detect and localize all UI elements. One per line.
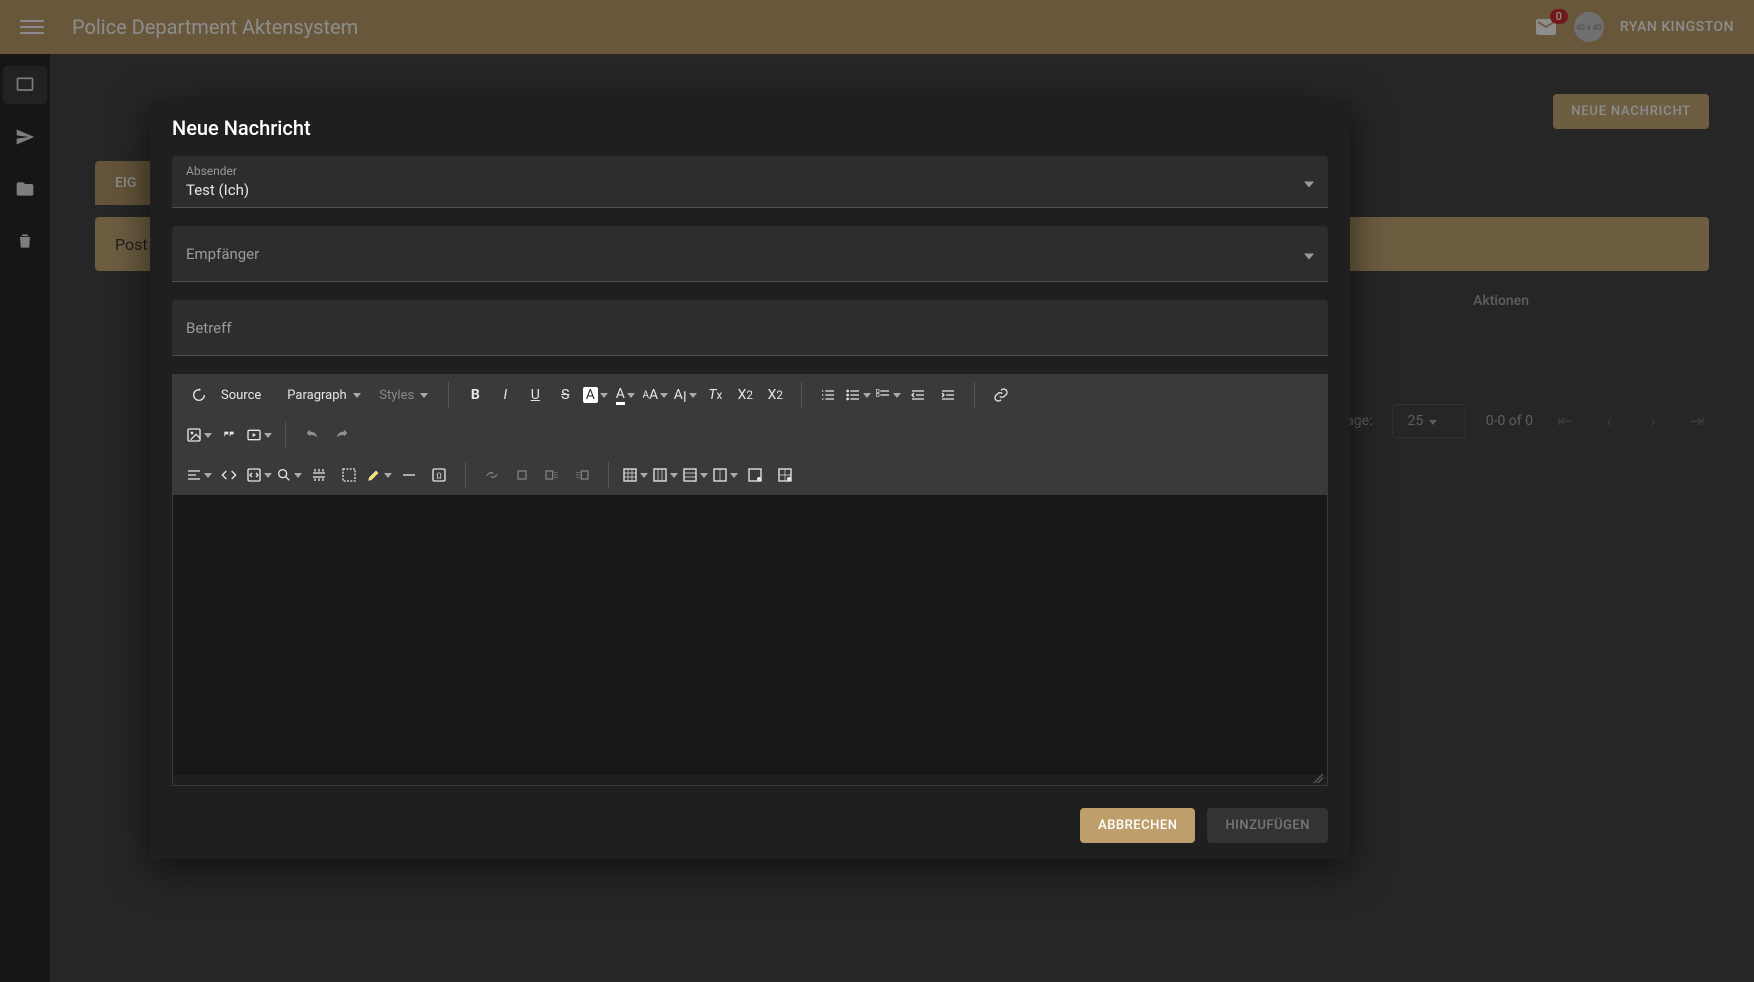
editor-body[interactable] [173, 495, 1327, 775]
cancel-button[interactable]: ABBRECHEN [1080, 808, 1195, 843]
italic-icon[interactable]: I [491, 381, 519, 409]
align-icon[interactable] [185, 461, 213, 489]
horizontal-rule-icon[interactable] [395, 461, 423, 489]
subscript-icon[interactable]: X2 [731, 381, 759, 409]
image-left-icon[interactable] [538, 461, 566, 489]
modal-title: Neue Nachricht [172, 116, 1328, 140]
resize-handle[interactable] [173, 775, 1327, 785]
source-label[interactable]: Source [215, 388, 267, 403]
indent-icon[interactable] [934, 381, 962, 409]
image-icon[interactable] [185, 421, 213, 449]
superscript-icon[interactable]: X2 [761, 381, 789, 409]
editor-toolbar: Source Paragraph Styles B I U S A A AA A… [173, 375, 1327, 495]
special-char-icon[interactable]: Ω [425, 461, 453, 489]
table-props-icon[interactable] [741, 461, 769, 489]
heading-select[interactable]: Paragraph [279, 382, 369, 409]
svg-text:Ω: Ω [436, 471, 441, 480]
sender-select[interactable]: Absender Test (Ich) [172, 156, 1328, 208]
chevron-down-icon [1304, 172, 1314, 191]
highlight-icon[interactable] [365, 461, 393, 489]
subject-field-wrap [172, 300, 1328, 356]
clear-format-icon[interactable]: Tx [701, 381, 729, 409]
table-merge-icon[interactable] [711, 461, 739, 489]
page-break-icon[interactable] [305, 461, 333, 489]
subject-input[interactable] [186, 319, 1314, 337]
underline-icon[interactable]: U [521, 381, 549, 409]
list-ordered-icon[interactable] [814, 381, 842, 409]
unlink-icon[interactable] [478, 461, 506, 489]
codeblock-icon[interactable] [245, 461, 273, 489]
sender-label: Absender [186, 164, 1314, 178]
undo-icon[interactable] [298, 421, 326, 449]
image-inline-icon[interactable] [508, 461, 536, 489]
font-bg-icon[interactable]: A [581, 381, 609, 409]
recipient-placeholder: Empfänger [186, 245, 259, 263]
font-color-icon[interactable]: A [611, 381, 639, 409]
list-unordered-icon[interactable] [844, 381, 872, 409]
new-message-modal: Neue Nachricht Absender Test (Ich) Empfä… [150, 100, 1350, 859]
recipient-select[interactable]: Empfänger [172, 226, 1328, 282]
table-col-icon[interactable] [651, 461, 679, 489]
outdent-icon[interactable] [904, 381, 932, 409]
rich-text-editor: Source Paragraph Styles B I U S A A AA A… [172, 374, 1328, 786]
source-toggle-icon[interactable] [185, 381, 213, 409]
table-cell-props-icon[interactable] [771, 461, 799, 489]
chevron-down-icon [1304, 244, 1314, 263]
redo-icon[interactable] [328, 421, 356, 449]
styles-select[interactable]: Styles [371, 382, 436, 409]
blockquote-icon[interactable] [215, 421, 243, 449]
select-all-icon[interactable] [335, 461, 363, 489]
todo-list-icon[interactable] [874, 381, 902, 409]
sender-value: Test (Ich) [186, 181, 249, 199]
image-right-icon[interactable] [568, 461, 596, 489]
table-row-icon[interactable] [681, 461, 709, 489]
bold-icon[interactable]: B [461, 381, 489, 409]
find-replace-icon[interactable] [275, 461, 303, 489]
submit-button[interactable]: HINZUFÜGEN [1207, 808, 1328, 843]
strike-icon[interactable]: S [551, 381, 579, 409]
table-icon[interactable] [621, 461, 649, 489]
font-case-icon[interactable]: Aꞁ [671, 381, 699, 409]
code-icon[interactable] [215, 461, 243, 489]
link-icon[interactable] [987, 381, 1015, 409]
font-size-icon[interactable]: AA [641, 381, 669, 409]
media-icon[interactable] [245, 421, 273, 449]
